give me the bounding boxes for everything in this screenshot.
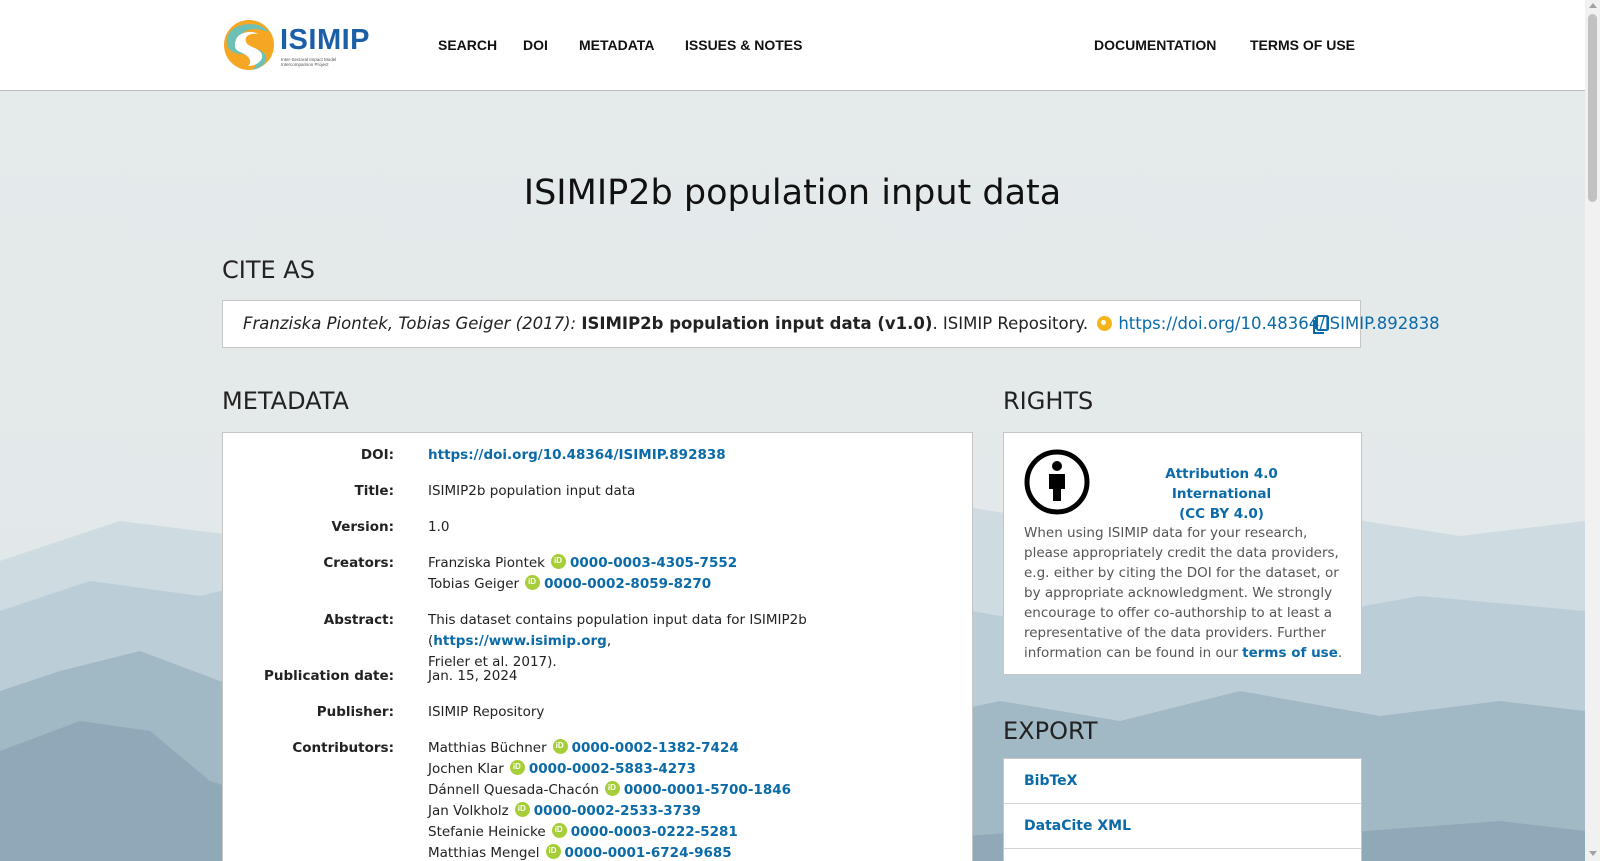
orcid-icon (604, 781, 620, 796)
creator-item: Franziska Piontek0000-0003-4305-7552 (428, 553, 948, 574)
orcid-icon (545, 844, 561, 859)
metadata-panel: DOI: https://doi.org/10.48364/ISIMIP.892… (222, 432, 973, 861)
orcid-link[interactable]: 0000-0003-0222-5281 (571, 824, 738, 840)
logo-mark-icon (224, 20, 274, 70)
cite-repository: . ISIMIP Repository. (932, 314, 1089, 333)
cite-heading: CITE AS (222, 256, 315, 284)
terms-of-use-link[interactable]: terms of use (1242, 645, 1338, 661)
contributor-item: Stefanie Heinicke0000-0003-0222-5281 (428, 822, 948, 843)
cc-by-icon[interactable] (1024, 449, 1090, 515)
copy-icon[interactable] (1312, 315, 1330, 335)
export-bibtex[interactable]: BibTeX (1004, 759, 1361, 804)
scroll-down-icon[interactable] (1589, 851, 1597, 856)
contributor-item: Dánnell Quesada-Chacón0000-0001-5700-184… (428, 780, 948, 801)
contributor-item: Matthias Büchner0000-0002-1382-7424 (428, 738, 948, 759)
doi-icon (1097, 316, 1113, 331)
nav-issues-notes[interactable]: ISSUES & NOTES (685, 37, 802, 53)
meta-label: Publication date: (264, 668, 394, 684)
nav-terms-of-use[interactable]: TERMS OF USE (1250, 37, 1355, 53)
cite-doi-link[interactable]: https://doi.org/10.48364/ISIMIP.892838 (1118, 314, 1439, 333)
meta-value: ISIMIP Repository (428, 704, 545, 720)
orcid-icon (525, 575, 541, 590)
meta-label: DOI: (360, 447, 394, 463)
meta-value: Jan. 15, 2024 (428, 668, 518, 684)
logo-wordmark: ISIMIP (280, 24, 371, 56)
main-content: ISIMIP2b population input data CITE AS F… (0, 0, 1585, 861)
export-panel: BibTeX DataCite XML (1003, 758, 1362, 861)
orcid-link[interactable]: 0000-0002-5883-4273 (529, 761, 696, 777)
rights-panel: Attribution 4.0 International (CC BY 4.0)… (1003, 432, 1362, 675)
orcid-link[interactable]: 0000-0001-6724-9685 (565, 845, 732, 861)
meta-label: Version: (331, 519, 394, 535)
orcid-icon (509, 760, 525, 775)
cite-authors: Franziska Piontek, Tobias Geiger (2017): (243, 314, 577, 333)
doi-link[interactable]: https://doi.org/10.48364/ISIMIP.892838 (428, 447, 726, 463)
orcid-link[interactable]: 0000-0002-8059-8270 (544, 576, 711, 592)
logo-subtitle: Inter-Sectoral Impact Model Intercompari… (281, 57, 337, 67)
meta-value: ISIMIP2b population input data (428, 483, 636, 499)
orcid-icon (552, 739, 568, 754)
page-scrollbar[interactable] (1585, 0, 1600, 861)
nav-documentation[interactable]: DOCUMENTATION (1094, 37, 1216, 53)
cite-title: ISIMIP2b population input data (v1.0) (581, 314, 933, 333)
scroll-up-icon[interactable] (1589, 3, 1597, 8)
nav-metadata[interactable]: METADATA (579, 37, 654, 53)
abstract-link[interactable]: https://www.isimip.org (433, 633, 607, 649)
orcid-link[interactable]: 0000-0002-1382-7424 (572, 740, 739, 756)
rights-text: When using ISIMIP data for your research… (1024, 525, 1343, 661)
contributor-item: Jan Volkholz0000-0002-2533-3739 (428, 801, 948, 822)
abstract-text: This dataset contains population input d… (428, 612, 807, 670)
orcid-link[interactable]: 0000-0001-5700-1846 (624, 782, 791, 798)
creator-item: Tobias Geiger0000-0002-8059-8270 (428, 574, 948, 595)
meta-label: Creators: (323, 555, 394, 571)
orcid-icon (514, 802, 530, 817)
export-heading: EXPORT (1003, 717, 1098, 745)
rights-heading: RIGHTS (1003, 387, 1094, 415)
meta-label: Abstract: (323, 612, 394, 628)
orcid-icon (551, 554, 567, 569)
export-datacite-xml[interactable]: DataCite XML (1004, 804, 1361, 849)
nav-doi[interactable]: DOI (523, 37, 548, 53)
citation-box: Franziska Piontek, Tobias Geiger (2017):… (222, 300, 1440, 348)
site-header: ISIMIP Inter-Sectoral Impact Model Inter… (0, 0, 1585, 91)
license-link[interactable]: Attribution 4.0 International (CC BY 4.0) (1114, 464, 1329, 524)
meta-label: Contributors: (292, 740, 394, 756)
contributor-item: Matthias Mengel0000-0001-6724-9685 (428, 843, 948, 861)
scroll-thumb[interactable] (1588, 14, 1597, 202)
orcid-icon (551, 823, 567, 838)
nav-search[interactable]: SEARCH (438, 37, 497, 53)
metadata-heading: METADATA (222, 387, 349, 415)
isimip-logo[interactable]: ISIMIP Inter-Sectoral Impact Model Inter… (222, 18, 371, 72)
orcid-link[interactable]: 0000-0003-4305-7552 (570, 555, 737, 571)
orcid-link[interactable]: 0000-0002-2533-3739 (534, 803, 701, 819)
meta-value: 1.0 (428, 519, 450, 535)
contributor-item: Jochen Klar0000-0002-5883-4273 (428, 759, 948, 780)
meta-label: Publisher: (316, 704, 394, 720)
meta-label: Title: (354, 483, 394, 499)
page-title: ISIMIP2b population input data (523, 173, 1062, 213)
